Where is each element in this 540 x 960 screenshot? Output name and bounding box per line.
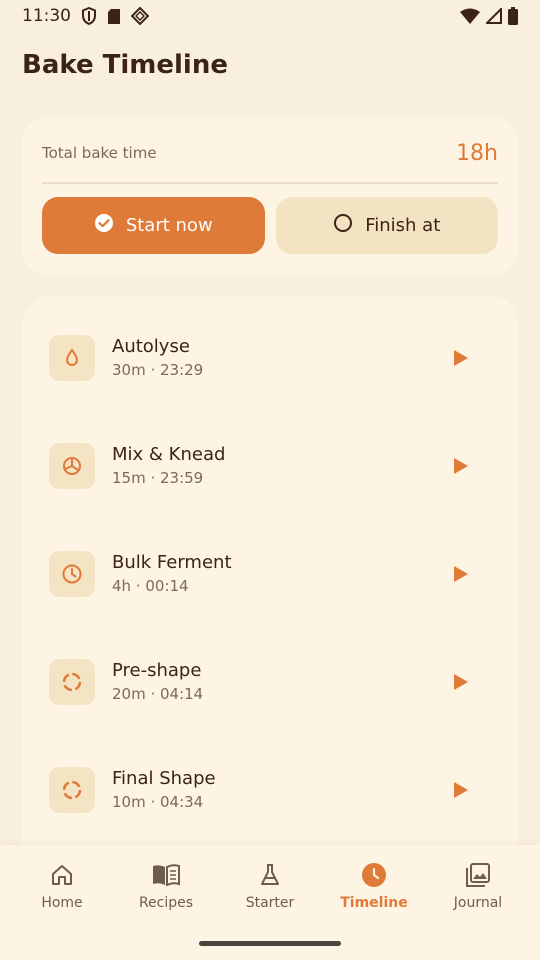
shape-icon (49, 767, 95, 813)
finish-at-button[interactable]: Finish at (275, 197, 498, 254)
timeline-clock-icon (361, 861, 387, 889)
finish-at-label: Finish at (365, 215, 441, 236)
nav-label: Starter (245, 895, 295, 911)
page-title: Bake Timeline (22, 50, 228, 80)
step-name: Mix & Knead (112, 444, 226, 465)
check-circle-icon (94, 213, 114, 238)
nav-label: Recipes (138, 895, 194, 911)
mix-icon (49, 443, 95, 489)
start-now-button[interactable]: Start now (42, 197, 265, 254)
step-name: Final Shape (112, 768, 216, 789)
step-meta: 15m · 23:59 (112, 469, 204, 487)
nav-timeline[interactable]: Timeline (320, 861, 428, 919)
step-bulk-ferment[interactable]: Bulk Ferment 4h · 00:14 (22, 524, 518, 624)
step-mix-knead[interactable]: Mix & Knead 15m · 23:59 (22, 416, 518, 516)
shield-icon (81, 7, 97, 25)
flask-icon (258, 861, 282, 889)
steps-list: Autolyse 30m · 23:29 Mix & Knead 15m · 2… (22, 296, 518, 896)
step-final-shape[interactable]: Final Shape 10m · 04:34 (22, 740, 518, 840)
nav-starter[interactable]: Starter (216, 861, 324, 919)
step-name: Bulk Ferment (112, 552, 232, 573)
total-bake-time-label: Total bake time (42, 144, 157, 162)
photo-journal-icon (465, 861, 491, 889)
wifi-icon (460, 8, 480, 24)
step-name: Autolyse (112, 336, 190, 357)
step-meta: 4h · 00:14 (112, 577, 189, 595)
step-meta: 20m · 04:14 (112, 685, 204, 703)
nav-recipes[interactable]: Recipes (112, 861, 220, 919)
total-bake-time-row: Total bake time 18h (42, 138, 498, 184)
step-autolyse[interactable]: Autolyse 30m · 23:29 (22, 308, 518, 408)
step-meta: 30m · 23:29 (112, 361, 204, 379)
clock-icon (49, 551, 95, 597)
water-drop-icon (49, 335, 95, 381)
nav-journal[interactable]: Journal (424, 861, 532, 919)
radio-circle-icon (333, 213, 353, 238)
play-icon[interactable] (446, 451, 476, 481)
play-icon[interactable] (446, 559, 476, 589)
signal-icon (486, 8, 502, 24)
nav-label: Home (41, 895, 83, 911)
status-time: 11:30 (22, 6, 71, 26)
bake-summary-card: Total bake time 18h Start now Finish at (22, 116, 518, 276)
play-icon[interactable] (446, 667, 476, 697)
nav-home[interactable]: Home (8, 861, 116, 919)
step-name: Pre-shape (112, 660, 202, 681)
nav-label: Timeline (340, 895, 408, 911)
home-icon (50, 861, 74, 889)
sd-card-icon (107, 8, 121, 25)
battery-icon (508, 7, 518, 25)
book-icon (152, 861, 180, 889)
home-indicator-bar[interactable] (199, 941, 341, 946)
total-bake-time-value: 18h (456, 140, 498, 166)
play-icon[interactable] (446, 343, 476, 373)
nav-label: Journal (453, 895, 503, 911)
start-now-label: Start now (125, 215, 213, 236)
shape-icon (49, 659, 95, 705)
step-pre-shape[interactable]: Pre-shape 20m · 04:14 (22, 632, 518, 732)
diamond-icon (131, 7, 149, 25)
play-icon[interactable] (446, 775, 476, 805)
step-meta: 10m · 04:34 (112, 793, 204, 811)
status-bar: 11:30 (0, 0, 540, 32)
